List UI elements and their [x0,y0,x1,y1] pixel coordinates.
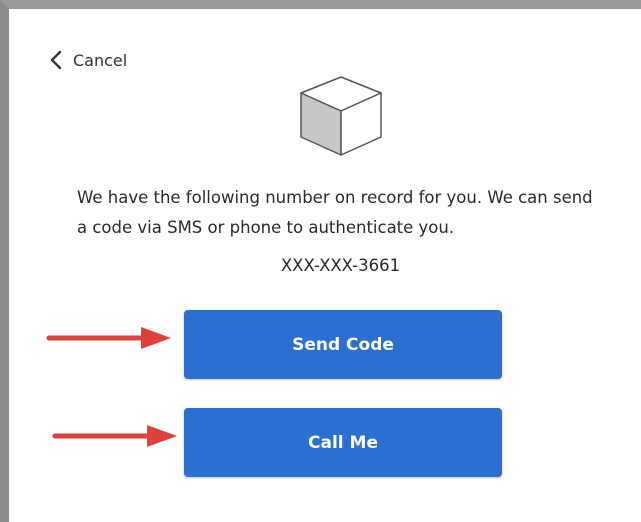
phone-number: XXX-XXX-3661 [280,256,401,275]
annotation-arrow-icon [52,425,177,447]
call-me-button[interactable]: Call Me [184,408,502,477]
auth-dialog: Cancel We have the following number on r… [0,0,641,522]
annotation-arrow-icon [46,327,171,349]
verification-message: We have the following number on record f… [77,188,593,237]
send-code-button[interactable]: Send Code [184,310,502,379]
cube-icon [300,76,382,156]
chevron-left-icon [50,50,62,70]
cancel-link[interactable]: Cancel [47,47,127,73]
cancel-label: Cancel [73,50,128,70]
